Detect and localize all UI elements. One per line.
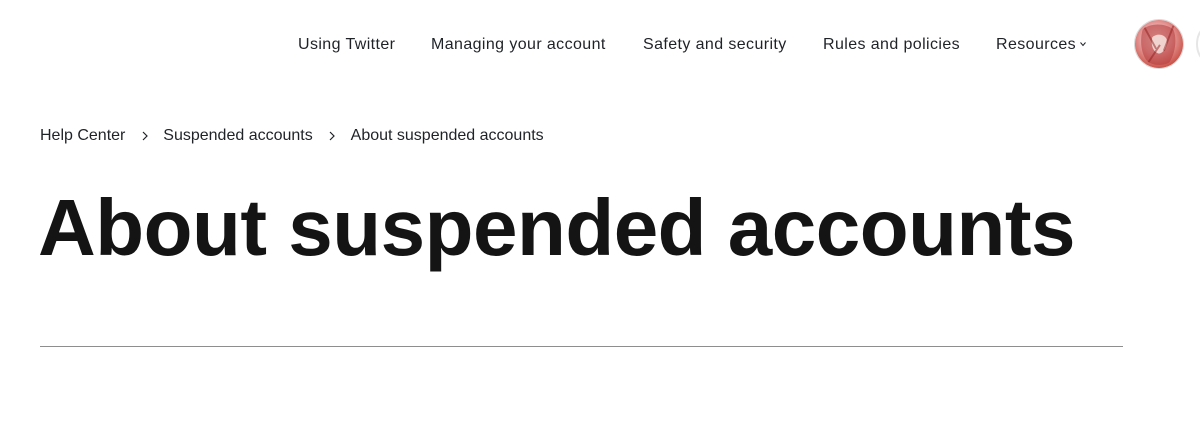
page-title: About suspended accounts: [38, 183, 1075, 272]
breadcrumb-current-page: About suspended accounts: [350, 127, 544, 144]
divider: [40, 346, 1123, 347]
chevron-right-icon: [142, 131, 148, 141]
secondary-avatar[interactable]: [1196, 19, 1200, 69]
nav-safety-and-security[interactable]: Safety and security: [643, 35, 787, 55]
user-avatar-image: [1135, 20, 1183, 68]
breadcrumb-help-center[interactable]: Help Center: [40, 126, 125, 146]
nav-resources[interactable]: Resources: [996, 35, 1086, 55]
chevron-right-icon: [329, 131, 336, 141]
chevron-down-icon: [1080, 42, 1086, 47]
avatar[interactable]: [1134, 19, 1184, 69]
nav-using-twitter[interactable]: Using Twitter: [298, 35, 395, 55]
top-navigation: Using Twitter Managing your account Safe…: [0, 0, 1200, 92]
nav-resources-label: Resources: [996, 36, 1077, 53]
breadcrumb: Help Center Suspended accounts About sus…: [40, 126, 544, 146]
help-center-page: Using Twitter Managing your account Safe…: [0, 0, 1200, 437]
nav-rules-and-policies[interactable]: Rules and policies: [823, 35, 960, 55]
nav-managing-your-account[interactable]: Managing your account: [431, 35, 606, 55]
breadcrumb-suspended-accounts[interactable]: Suspended accounts: [163, 126, 312, 146]
